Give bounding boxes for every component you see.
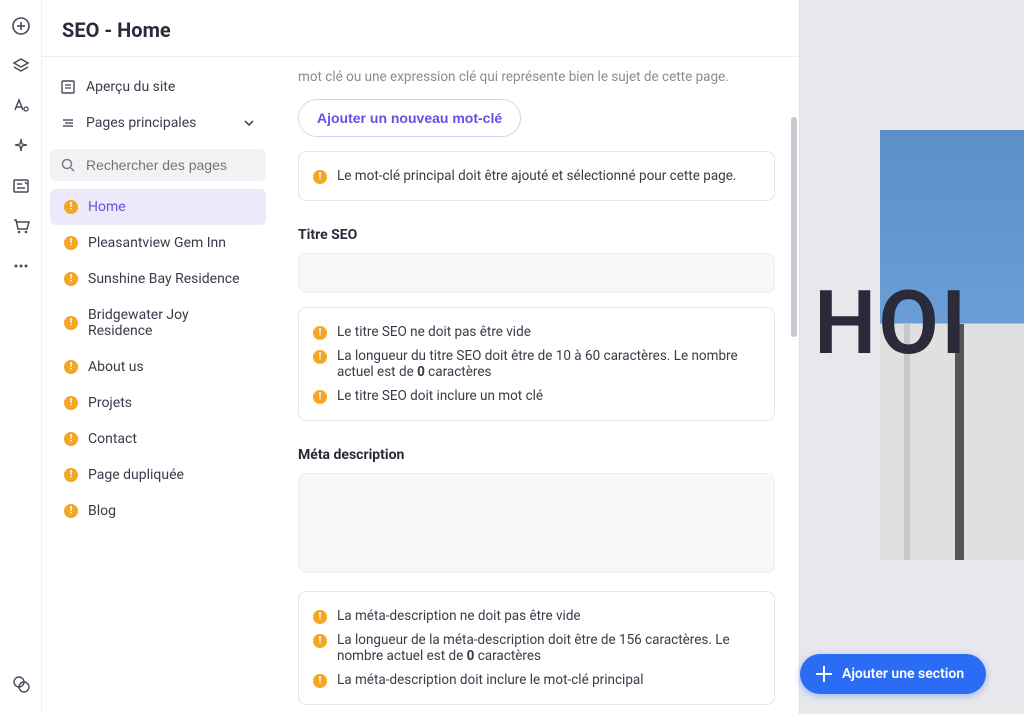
page-item[interactable]: Contact <box>50 421 266 457</box>
page-item[interactable]: Sunshine Bay Residence <box>50 261 266 297</box>
more-icon[interactable] <box>11 256 31 276</box>
page-label: Home <box>88 199 126 215</box>
meta-warnings: La méta-description ne doit pas être vid… <box>298 591 775 705</box>
warning-text: La méta-description ne doit pas être vid… <box>337 608 581 624</box>
page-label: Sunshine Bay Residence <box>88 271 240 287</box>
seo-title-label: Titre SEO <box>298 227 775 243</box>
seo-title-warnings: Le titre SEO ne doit pas être vide La lo… <box>298 307 775 421</box>
add-icon[interactable] <box>11 16 31 36</box>
layers-icon[interactable] <box>11 56 31 76</box>
site-preview: HOI <box>800 0 1024 714</box>
cart-icon[interactable] <box>11 216 31 236</box>
tool-rail <box>0 0 42 714</box>
warning-icon <box>313 634 327 648</box>
warning-icon <box>64 200 78 214</box>
help-icon[interactable] <box>11 674 31 694</box>
meta-description-input[interactable] <box>298 473 775 573</box>
form-icon[interactable] <box>11 176 31 196</box>
site-overview-label: Aperçu du site <box>86 79 256 95</box>
add-section-label: Ajouter une section <box>842 666 964 682</box>
warning-text: La longueur de la méta-description doit … <box>337 632 760 664</box>
warning-icon <box>64 236 78 250</box>
warning-icon <box>64 396 78 410</box>
panel-header: SEO - Home <box>42 0 799 56</box>
keyword-warning-box: Le mot-clé principal doit être ajouté et… <box>298 151 775 201</box>
warning-icon <box>313 390 327 404</box>
seo-content: mot clé ou une expression clé qui représ… <box>274 57 799 714</box>
page-item[interactable]: About us <box>50 349 266 385</box>
pages-sidebar: Aperçu du site Pages principales <box>42 57 274 714</box>
search-pages[interactable] <box>50 149 266 181</box>
page-item[interactable]: Projets <box>50 385 266 421</box>
warning-text: Le titre SEO doit inclure un mot clé <box>337 388 543 404</box>
page-label: About us <box>88 359 144 375</box>
warning-icon <box>64 504 78 518</box>
page-item[interactable]: Pleasantview Gem Inn <box>50 225 266 261</box>
warning-icon <box>313 170 327 184</box>
warning-icon <box>64 468 78 482</box>
document-icon <box>60 79 76 95</box>
text-style-icon[interactable] <box>11 96 31 116</box>
page-label: Projets <box>88 395 132 411</box>
page-label: Bridgewater Joy Residence <box>88 307 256 339</box>
meta-description-label: Méta description <box>298 447 775 463</box>
main-pages-label: Pages principales <box>86 115 196 131</box>
page-item[interactable]: Bridgewater Joy Residence <box>50 297 266 349</box>
warning-text: Le titre SEO ne doit pas être vide <box>337 324 531 340</box>
page-label: Blog <box>88 503 116 519</box>
page-item-home[interactable]: Home <box>50 189 266 225</box>
add-section-button[interactable]: Ajouter une section <box>800 654 986 694</box>
plus-icon <box>816 666 832 682</box>
page-item[interactable]: Page dupliquée <box>50 457 266 493</box>
seo-panel: SEO - Home Aperçu du site Pages principa… <box>42 0 800 714</box>
seo-title-input[interactable] <box>298 253 775 293</box>
warning-icon <box>313 326 327 340</box>
warning-icon <box>64 360 78 374</box>
search-icon <box>60 157 76 173</box>
chevron-down-icon <box>242 116 256 130</box>
page-label: Page dupliquée <box>88 467 184 483</box>
warning-icon <box>313 674 327 688</box>
scrollbar[interactable] <box>791 117 797 337</box>
add-keyword-button[interactable]: Ajouter un nouveau mot-clé <box>298 99 521 137</box>
intro-text: mot clé ou une expression clé qui représ… <box>298 69 775 85</box>
warning-icon <box>64 272 78 286</box>
sparkle-icon[interactable] <box>11 136 31 156</box>
warning-icon <box>313 610 327 624</box>
page-title: SEO - Home <box>62 18 779 42</box>
preview-heading: HOI <box>814 272 968 375</box>
main-pages-toggle[interactable]: Pages principales <box>50 105 266 141</box>
warning-icon <box>64 316 78 330</box>
site-overview-link[interactable]: Aperçu du site <box>50 69 266 105</box>
warning-icon <box>313 350 327 364</box>
page-item[interactable]: Blog <box>50 493 266 529</box>
search-input[interactable] <box>86 157 256 173</box>
list-icon <box>60 115 76 131</box>
warning-icon <box>64 432 78 446</box>
page-label: Contact <box>88 431 137 447</box>
warning-text: La méta-description doit inclure le mot-… <box>337 672 644 688</box>
warning-text: La longueur du titre SEO doit être de 10… <box>337 348 760 380</box>
warning-text: Le mot-clé principal doit être ajouté et… <box>337 168 736 184</box>
page-label: Pleasantview Gem Inn <box>88 235 226 251</box>
